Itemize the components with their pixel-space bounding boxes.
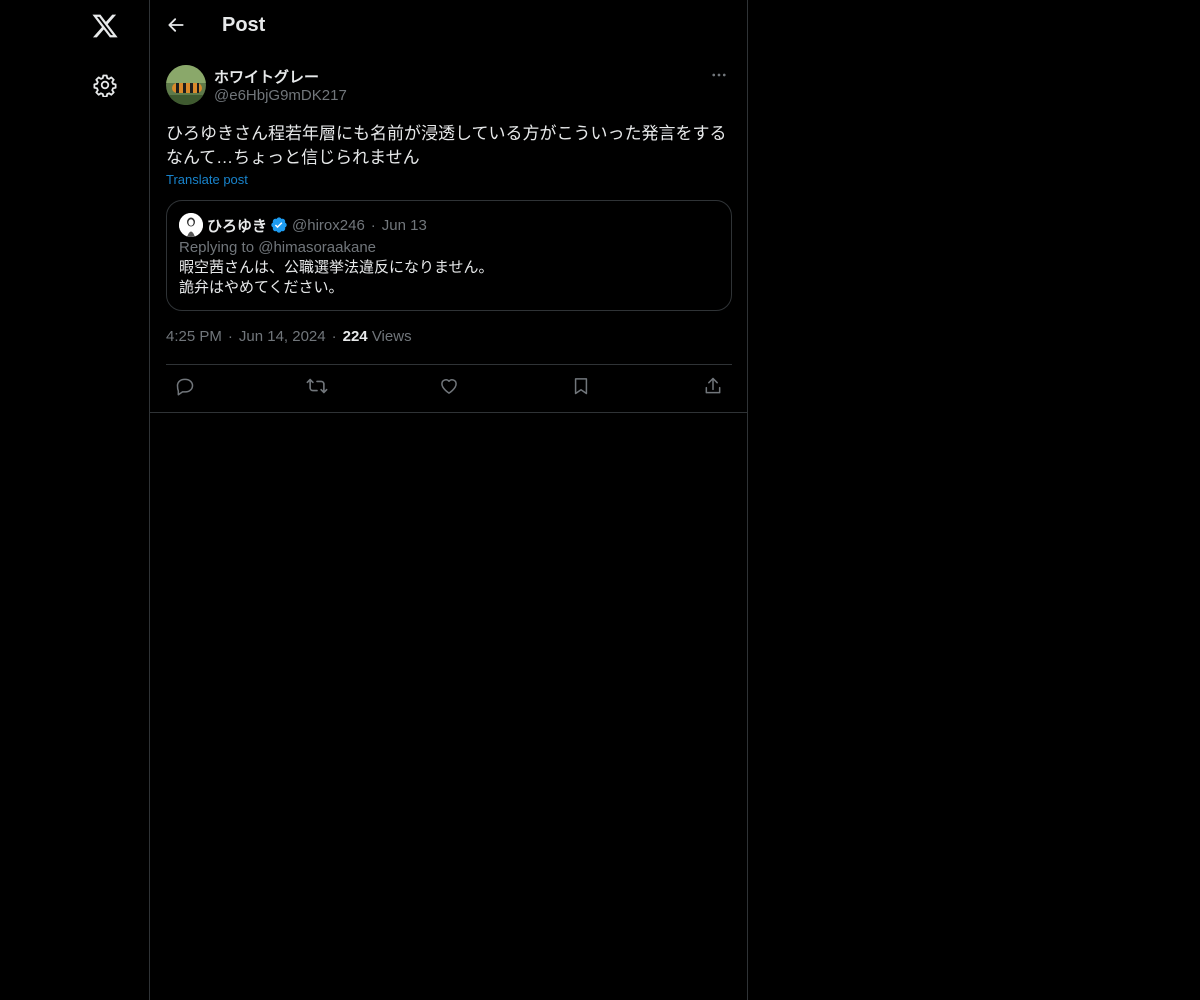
author-row: ホワイトグレー @e6HbjG9mDK217 [166,65,731,123]
post-time[interactable]: 4:25 PM [166,328,222,345]
author-name[interactable]: ホワイトグレー [214,66,319,87]
heart-icon [439,376,459,401]
x-logo-button[interactable] [81,4,129,52]
post-date[interactable]: Jun 14, 2024 [239,328,326,345]
replying-to: Replying to @himasoraakane [179,239,376,256]
bookmark-button[interactable] [566,374,596,404]
share-button[interactable] [698,374,728,404]
verified-badge-icon [270,216,288,234]
page-title: Post [222,14,266,36]
quoted-post-line-1: 暇空茜さんは、公職選挙法違反になりません。 [179,259,494,276]
separator-dot: · [331,328,337,345]
quoted-post-date: Jun 13 [381,216,427,234]
reply-button[interactable] [170,374,200,404]
more-icon [710,66,728,89]
bookmark-icon [571,376,591,401]
action-bar [166,364,732,412]
post: ホワイトグレー @e6HbjG9mDK217 ひろゆきさん程若年層にも名前が浸透… [150,65,747,413]
quoted-avatar [179,213,203,237]
author-handle[interactable]: @e6HbjG9mDK217 [214,87,347,104]
back-arrow-icon [166,15,186,40]
left-nav [0,0,150,1000]
post-text: ひろゆきさん程若年層にも名前が浸透している方がこういった発言をするなんて…ちょっ… [166,124,727,167]
quoted-post[interactable]: ひろゆき @hirox246 · Jun 13 Replying to @him… [166,200,732,311]
avatar[interactable] [166,65,206,105]
reply-icon [175,376,195,401]
back-button[interactable] [158,9,194,45]
translate-post-link[interactable]: Translate post [166,172,248,187]
like-button[interactable] [434,374,464,404]
quoted-post-header: ひろゆき @hirox246 · Jun 13 [179,213,719,237]
views-count: 224 [342,328,368,345]
quoted-author-name: ひろゆき [207,217,268,235]
app: Post ホワイトグレー @e6HbjG9mDK217 ひろゆきさん程若年層にも… [0,0,1200,1000]
post-meta: 4:25 PM · Jun 14, 2024 · 224 Views [166,328,731,348]
more-options-button[interactable] [707,65,731,89]
repost-button[interactable] [302,374,332,404]
settings-button[interactable] [81,63,129,111]
separator-dot: · [227,328,233,345]
x-logo-icon [91,12,119,45]
main-column: Post ホワイトグレー @e6HbjG9mDK217 ひろゆきさん程若年層にも… [150,0,748,1000]
gear-icon [93,73,117,102]
top-bar: Post [150,0,747,54]
quoted-post-line-2: 詭弁はやめてください。 [179,279,344,296]
separator-dot: · [370,216,376,234]
views-label: Views [371,328,412,345]
divider [150,412,747,413]
share-icon [703,376,723,401]
quoted-post-body: 暇空茜さんは、公職選挙法違反になりません。 詭弁はやめてください。 [179,258,719,298]
quoted-author-handle: @hirox246 [292,216,365,234]
repost-icon [306,375,328,402]
